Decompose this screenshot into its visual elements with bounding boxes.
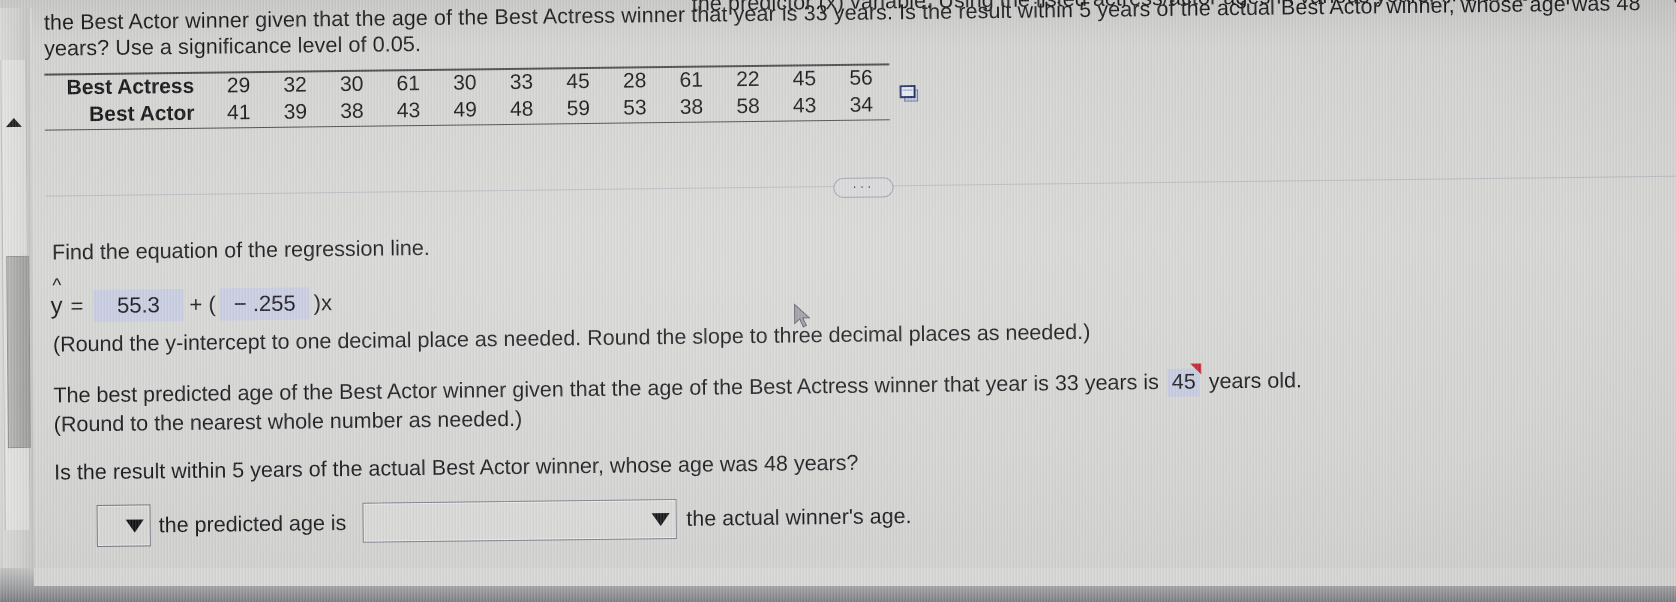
cell: 45 (792, 66, 817, 91)
dropdown-comparison-1[interactable] (96, 504, 151, 548)
vertical-scrollbar[interactable] (0, 59, 31, 531)
answer-dropdown-row: the predicted age is the actual winner's… (96, 495, 920, 548)
rounding-note-1: (Round the y-intercept to one decimal pl… (52, 319, 1091, 357)
plus-open-paren: + ( (189, 291, 216, 317)
cell: 30 (453, 70, 477, 95)
cell: 32 (283, 73, 307, 97)
equals-sign: = (70, 293, 84, 319)
cell: 43 (792, 93, 817, 118)
y-hat-symbol: ^ y (50, 275, 63, 320)
cell: 38 (340, 99, 364, 123)
cell: 59 (566, 96, 591, 120)
cell: 56 (849, 66, 873, 90)
cell: 53 (623, 95, 647, 120)
prompt-regression: Find the equation of the regression line… (51, 235, 430, 265)
cell: 49 (453, 97, 477, 122)
cell: 34 (849, 93, 874, 117)
predicted-age-input[interactable]: 45 (1167, 363, 1202, 397)
predicted-text-before: The best predicted age of the Best Actor… (53, 370, 1159, 408)
cell: 30 (339, 72, 364, 96)
cell: 22 (736, 67, 760, 91)
cell: 41 (226, 100, 251, 124)
hat-accent: ^ (52, 275, 62, 297)
regression-equation: ^ y = 55.3 + ( − .255 )x (50, 275, 333, 323)
chevron-down-icon[interactable] (125, 518, 144, 533)
cell: 39 (283, 100, 308, 124)
close-paren-x: )x (313, 290, 333, 316)
dropdown-trailing-label: the actual winner's age. (686, 503, 912, 531)
cell: 61 (396, 71, 421, 95)
slope-input[interactable]: − .255 (219, 287, 310, 321)
rounding-note-2: (Round to the nearest whole number as ne… (53, 406, 523, 437)
row-label-best-actress: Best Actress (66, 74, 195, 99)
cell: 43 (396, 98, 421, 122)
question-line-1: the Best Actor winner given that the age… (43, 0, 1641, 35)
monitor-screen: the predictor (x) variable. Using the li… (0, 0, 1676, 602)
dropdown-middle-label: the predicted age is (158, 510, 347, 537)
scroll-up-arrow-icon[interactable] (5, 117, 22, 128)
cell: 28 (622, 68, 647, 93)
screen-bottom-bezel (0, 568, 1676, 602)
question-content: the predictor (x) variable. Using the li… (32, 0, 1676, 602)
predicted-text-after: years old. (1208, 368, 1303, 394)
predicted-age-sentence: The best predicted age of the Best Actor… (53, 363, 1303, 410)
cell: 38 (679, 95, 704, 119)
copy-to-spreadsheet-icon[interactable] (899, 84, 922, 104)
cell: 48 (509, 97, 534, 121)
within-question: Is the result within 5 years of the actu… (54, 450, 859, 485)
intercept-input[interactable]: 55.3 (93, 288, 184, 323)
page-bottom-edge (34, 568, 1676, 586)
cell: 58 (736, 94, 760, 118)
chevron-down-icon[interactable] (651, 512, 670, 526)
dropdown-comparison-2[interactable] (362, 498, 677, 543)
scrollbar-thumb[interactable] (6, 255, 31, 449)
row-label-best-actor: Best Actor (88, 101, 195, 126)
question-line-2: years? Use a significance level of 0.05. (44, 32, 422, 61)
cell: 45 (566, 69, 590, 93)
more-options-button[interactable]: ··· (833, 177, 894, 199)
data-table: Best Actress 29 32 30 61 30 33 45 28 61 … (44, 63, 919, 131)
cell: 29 (226, 73, 251, 98)
mouse-pointer-icon (793, 303, 813, 335)
incorrect-flag-icon (1190, 363, 1202, 386)
cell: 61 (679, 68, 704, 92)
cell: 33 (509, 70, 534, 94)
